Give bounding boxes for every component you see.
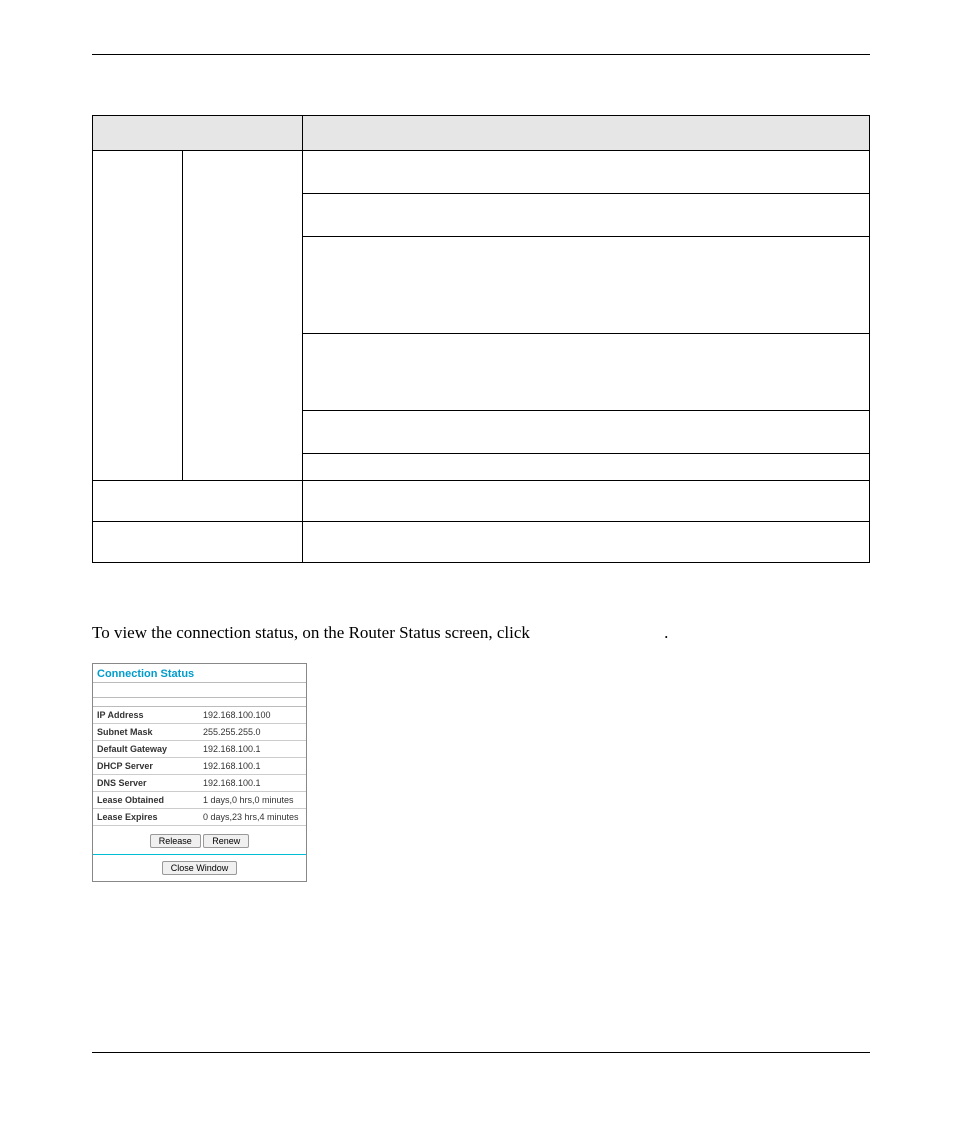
row-value: 1 days,0 hrs,0 minutes: [199, 792, 306, 809]
row-label: Subnet Mask: [93, 724, 199, 741]
settings-desc-cell: [303, 194, 870, 237]
settings-table-header-settings: [93, 116, 303, 151]
table-row: DHCP Server 192.168.100.1: [93, 758, 306, 775]
settings-table: [92, 115, 870, 563]
intro-suffix: .: [664, 623, 668, 642]
settings-desc-cell: [303, 454, 870, 481]
connection-status-heading: [92, 597, 870, 611]
connection-status-close-row: Close Window: [93, 855, 306, 881]
connection-status-title: Connection Status: [93, 664, 306, 683]
settings-table-header-description: [303, 116, 870, 151]
settings-desc-cell: [303, 522, 870, 563]
header-rule: [92, 54, 870, 55]
table-row: Lease Obtained 1 days,0 hrs,0 minutes: [93, 792, 306, 809]
row-value: 192.168.100.100: [199, 707, 306, 724]
connection-status-intro: To view the connection status, on the Ro…: [92, 623, 870, 643]
table-row: IP Address 192.168.100.100: [93, 707, 306, 724]
footer-rule: [92, 1052, 870, 1053]
settings-label-cell: [93, 481, 303, 522]
renew-button[interactable]: Renew: [203, 834, 249, 848]
row-label: DHCP Server: [93, 758, 199, 775]
settings-desc-cell: [303, 411, 870, 454]
table-row: Lease Expires 0 days,23 hrs,4 minutes: [93, 809, 306, 826]
settings-desc-cell: [303, 334, 870, 411]
connection-status-table: IP Address 192.168.100.100 Subnet Mask 2…: [93, 706, 306, 825]
table-row: Subnet Mask 255.255.255.0: [93, 724, 306, 741]
settings-group-cell: [93, 151, 183, 481]
row-label: Default Gateway: [93, 741, 199, 758]
table-row: Default Gateway 192.168.100.1: [93, 741, 306, 758]
row-value: 255.255.255.0: [199, 724, 306, 741]
connection-status-gap: [93, 698, 306, 706]
row-value: 192.168.100.1: [199, 741, 306, 758]
settings-desc-cell: [303, 151, 870, 194]
row-label: DNS Server: [93, 775, 199, 792]
connection-status-button-row: Release Renew: [93, 825, 306, 855]
row-label: IP Address: [93, 707, 199, 724]
table-row: [93, 481, 870, 522]
row-label: Lease Obtained: [93, 792, 199, 809]
settings-table-header-row: [93, 116, 870, 151]
connection-status-title-gap: [93, 683, 306, 698]
table-row: [93, 522, 870, 563]
settings-subgroup-cell: [183, 151, 303, 481]
close-window-button[interactable]: Close Window: [162, 861, 238, 875]
row-label: Lease Expires: [93, 809, 199, 826]
settings-desc-cell: [303, 481, 870, 522]
settings-label-cell: [93, 522, 303, 563]
intro-prefix: To view the connection status, on the Ro…: [92, 623, 534, 642]
table-row: DNS Server 192.168.100.1: [93, 775, 306, 792]
row-value: 192.168.100.1: [199, 758, 306, 775]
row-value: 192.168.100.1: [199, 775, 306, 792]
connection-status-panel: Connection Status IP Address 192.168.100…: [92, 663, 307, 882]
release-button[interactable]: Release: [150, 834, 201, 848]
settings-desc-cell: [303, 237, 870, 334]
table-row: [93, 151, 870, 194]
row-value: 0 days,23 hrs,4 minutes: [199, 809, 306, 826]
